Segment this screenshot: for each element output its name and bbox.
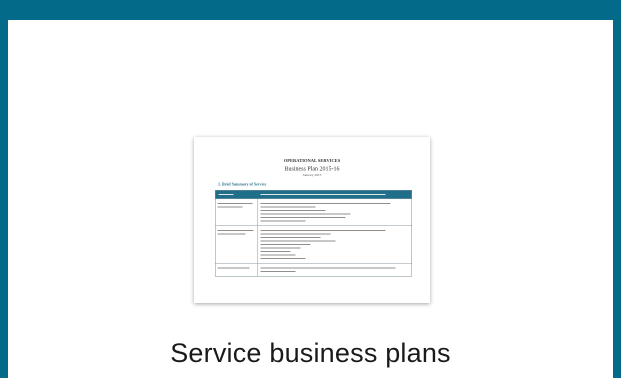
doc-table-row: [215, 198, 412, 226]
doc-table-header: [215, 190, 412, 199]
doc-section-title: 1. Brief Summary of Service: [218, 182, 267, 187]
doc-date: January 2015: [302, 173, 322, 177]
doc-heading: OPERATIONAL SERVICES: [283, 158, 341, 163]
doc-subheading: Business Plan 2015-16: [284, 165, 340, 172]
document-preview-icon[interactable]: OPERATIONAL SERVICES Business Plan 2015-…: [194, 137, 430, 303]
service-business-plans-tile[interactable]: OPERATIONAL SERVICES Business Plan 2015-…: [0, 0, 621, 378]
doc-table: [215, 190, 412, 277]
tile-caption[interactable]: Service business plans: [8, 338, 613, 369]
doc-table-row: [215, 263, 412, 276]
doc-table-row: [215, 225, 412, 263]
document-preview-page: OPERATIONAL SERVICES Business Plan 2015-…: [194, 137, 430, 303]
